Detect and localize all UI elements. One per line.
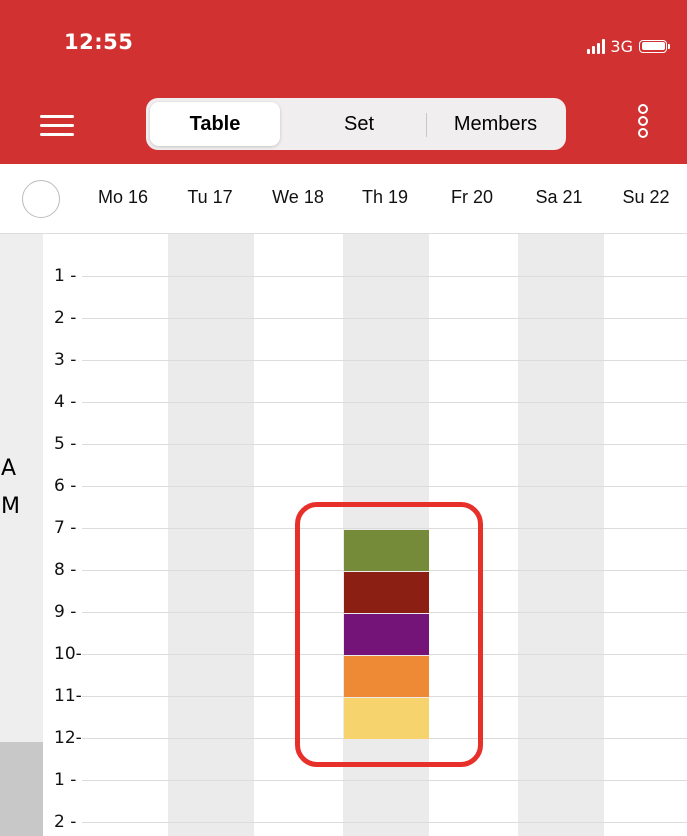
- highlight-annotation: [295, 502, 483, 767]
- day-header: Mo 16 Tu 17 We 18 Th 19 Fr 20 Sa 21 Su 2…: [0, 164, 687, 234]
- view-segmented-control: Table Set Members: [146, 98, 566, 150]
- status-indicators: 3G: [587, 34, 670, 58]
- hour-line: [82, 486, 687, 487]
- hour-label: 6 -: [54, 476, 77, 496]
- period-label-m: M: [1, 494, 20, 519]
- tab-table[interactable]: Table: [150, 102, 280, 146]
- hour-label: 8 -: [54, 560, 77, 580]
- hour-label: 9 -: [54, 602, 77, 622]
- schedule-grid: A M 1 - 2 - 3 - 4 - 5 - 6 - 7 - 8 - 9 - …: [0, 234, 687, 836]
- status-bar: 12:55 3G: [0, 0, 687, 86]
- period-label-a: A: [1, 456, 17, 481]
- hour-line: [82, 360, 687, 361]
- select-all-circle[interactable]: [22, 180, 60, 218]
- hour-label: 2 -: [54, 812, 77, 832]
- day-label-tu[interactable]: Tu 17: [167, 187, 253, 208]
- hour-line: [82, 402, 687, 403]
- day-label-mo[interactable]: Mo 16: [80, 187, 166, 208]
- tab-members[interactable]: Members: [429, 102, 562, 146]
- segment-divider: [426, 113, 427, 137]
- hour-label: 5 -: [54, 434, 77, 454]
- hour-label: 11-: [54, 686, 82, 706]
- hamburger-menu-icon[interactable]: [40, 110, 74, 140]
- day-label-we[interactable]: We 18: [255, 187, 341, 208]
- period-strip-pm: [0, 742, 43, 836]
- network-type: 3G: [610, 36, 633, 56]
- hour-label: 10-: [54, 644, 82, 664]
- hour-line: [82, 276, 687, 277]
- day-label-th[interactable]: Th 19: [342, 187, 428, 208]
- hour-line: [82, 822, 687, 823]
- hour-label: 3 -: [54, 350, 77, 370]
- tab-set[interactable]: Set: [294, 102, 424, 146]
- day-label-sa[interactable]: Sa 21: [516, 187, 602, 208]
- more-vertical-icon[interactable]: [636, 104, 650, 146]
- hour-line: [82, 444, 687, 445]
- day-label-fr[interactable]: Fr 20: [429, 187, 515, 208]
- day-label-su[interactable]: Su 22: [603, 187, 687, 208]
- hour-label: 2 -: [54, 308, 77, 328]
- column-tu: [168, 234, 254, 836]
- column-sa: [518, 234, 604, 836]
- battery-icon: [639, 39, 670, 53]
- hour-line: [82, 780, 687, 781]
- hour-label: 4 -: [54, 392, 77, 412]
- nav-bar: Table Set Members: [0, 86, 687, 164]
- hour-label: 12-: [54, 728, 82, 748]
- hour-line: [82, 318, 687, 319]
- signal-bars-icon: [587, 38, 606, 54]
- status-time: 12:55: [64, 30, 134, 54]
- hour-label: 7 -: [54, 518, 77, 538]
- hour-label: 1 -: [54, 266, 77, 286]
- hour-label: 1 -: [54, 770, 77, 790]
